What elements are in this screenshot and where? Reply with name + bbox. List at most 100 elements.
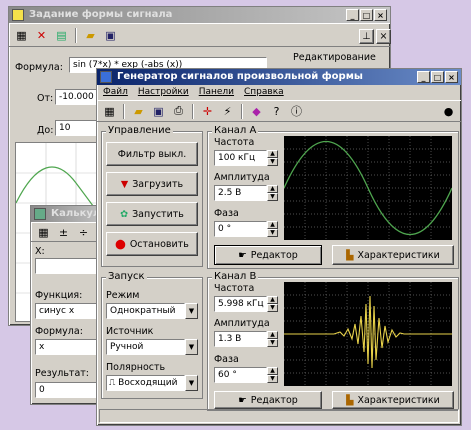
status-indicator-icon: ● [443,104,454,118]
menu-settings[interactable]: Настройки [138,85,189,100]
spin-up-icon[interactable]: ▲ [267,296,278,304]
close-panel-icon[interactable]: × [376,29,391,44]
load-button[interactable]: ▼ Загрузить [106,172,198,196]
calculator-app-icon [34,208,46,220]
open-folder-icon[interactable]: ▰ [82,27,99,44]
menu-file[interactable]: Файл [103,85,128,100]
save-icon[interactable]: ▣ [102,27,119,44]
from-label: От: [37,93,54,104]
maximize-button[interactable]: □ [360,9,373,21]
channel-b-editor-button[interactable]: ☛ Редактор [214,391,322,409]
crosshair-icon[interactable]: ✛ [199,103,216,120]
stop-button-label: Остановить [129,238,189,250]
mode-value: Однократный [106,303,185,319]
whats-this-icon[interactable]: ? [268,103,285,120]
source-label: Источник [106,326,154,337]
waveform-window-title: Задание формы сигнала [29,9,173,20]
print-icon[interactable]: ⎙ [170,103,187,120]
generator-window: Генератор сигналов произвольной формы _ … [96,68,462,426]
source-select[interactable]: Ручной ▼ [106,339,198,355]
to-label: До: [37,125,54,136]
channel-a-editor-button[interactable]: ☛ Редактор [214,245,322,265]
channel-a-amp-spinner[interactable]: 2.5 В ▲ ▼ [214,185,278,201]
channel-a-phase-value[interactable]: 0 ° [214,221,267,237]
calculator-icon[interactable]: ▦ [13,27,30,44]
channel-a-characteristics-button[interactable]: ▙ Характеристики [332,245,454,265]
spin-up-icon[interactable]: ▲ [267,331,278,339]
channel-a-amp-value[interactable]: 2.5 В [214,185,267,201]
menu-panels[interactable]: Панели [199,85,234,100]
waveform-window-titlebar[interactable]: Задание формы сигнала _ □ × [9,7,390,23]
channel-b-amp-spinner[interactable]: 1.3 В ▲ ▼ [214,331,278,347]
x-label: X: [35,246,45,257]
divide-icon[interactable]: ÷ [75,224,92,241]
stop-button[interactable]: ⬤ Остановить [106,232,198,256]
start-button[interactable]: ✿ Запустить [106,202,198,226]
probe-icon[interactable]: ⚡ [219,103,236,120]
spin-down-icon[interactable]: ▼ [267,304,278,312]
book-icon[interactable]: ◆ [248,103,265,120]
function-label: Функция: [35,290,83,301]
channel-a-characteristics-label: Характеристики [357,249,440,261]
editor-hand-icon: ☛ [238,249,247,261]
channel-b-freq-spinner[interactable]: 5.998 кГц ▲ ▼ [214,296,278,312]
minimize-button[interactable]: _ [346,9,359,21]
source-value: Ручной [106,339,185,355]
control-group-label: Управление [106,125,173,136]
spin-down-icon[interactable]: ▼ [267,339,278,347]
channel-b-phase-value[interactable]: 60 ° [214,367,267,383]
editing-label: Редактирование [293,52,376,63]
channel-b-amp-value[interactable]: 1.3 В [214,331,267,347]
generator-titlebar[interactable]: Генератор сигналов произвольной формы _ … [97,69,461,85]
spin-down-icon[interactable]: ▼ [267,158,278,166]
channel-b-freq-label: Частота [214,283,255,294]
chevron-down-icon[interactable]: ▼ [185,303,198,319]
status-bar [99,409,459,423]
plus-icon[interactable]: ± [55,224,72,241]
polarity-select[interactable]: ⎍ Восходящий ▼ [106,375,198,391]
channel-b-phase-spinner[interactable]: 60 ° ▲ ▼ [214,367,278,383]
filter-button[interactable]: Фильтр выкл. [106,142,198,166]
spin-down-icon[interactable]: ▼ [267,193,278,201]
menu-help[interactable]: Справка [244,85,284,100]
spin-down-icon[interactable]: ▼ [267,229,278,237]
pin-icon[interactable]: ⊥ [359,29,374,44]
channel-a-freq-value[interactable]: 100 кГц [214,150,267,166]
channel-a-phase-label: Фаза [214,208,239,219]
chevron-down-icon[interactable]: ▼ [185,375,198,391]
spin-up-icon[interactable]: ▲ [267,367,278,375]
delete-icon[interactable]: ✕ [33,27,50,44]
launch-group: Запуск Режим Однократный ▼ Источник Ручн… [101,271,203,399]
start-button-label: Запустить [132,208,184,220]
gen-maximize-button[interactable]: □ [431,71,444,83]
characteristics-icon: ▙ [346,249,354,261]
polarity-value-text: Восходящий [118,378,178,388]
calc-icon[interactable]: ▦ [35,224,52,241]
save-icon-main[interactable]: ▣ [150,103,167,120]
polarity-value: ⎍ Восходящий [106,375,185,391]
spin-up-icon[interactable]: ▲ [267,185,278,193]
formula-label: Формула: [15,62,63,73]
gen-close-button[interactable]: × [445,71,458,83]
spin-up-icon[interactable]: ▲ [267,221,278,229]
channel-b-freq-value[interactable]: 5.998 кГц [214,296,267,312]
result-label: Результат: [35,368,90,379]
spin-up-icon[interactable]: ▲ [267,150,278,158]
channel-a-freq-spinner[interactable]: 100 кГц ▲ ▼ [214,150,278,166]
generator-title: Генератор сигналов произвольной формы [117,71,363,82]
channel-a-phase-spinner[interactable]: 0 ° ▲ ▼ [214,221,278,237]
close-button[interactable]: × [374,9,387,21]
characteristics-icon: ▙ [346,394,354,406]
gen-minimize-button[interactable]: _ [417,71,430,83]
channel-b-editor-label: Редактор [250,394,298,406]
document-icon[interactable]: ▤ [53,27,70,44]
channel-b-label: Канал В [212,271,259,282]
info-icon[interactable]: ⓘ [288,103,305,120]
chevron-down-icon[interactable]: ▼ [185,339,198,355]
open-icon[interactable]: ▰ [130,103,147,120]
mode-select[interactable]: Однократный ▼ [106,303,198,319]
channel-b-characteristics-button[interactable]: ▙ Характеристики [332,391,454,409]
generator-icon[interactable]: ▦ [101,103,118,120]
spin-down-icon[interactable]: ▼ [267,375,278,383]
generator-app-icon [100,71,112,83]
